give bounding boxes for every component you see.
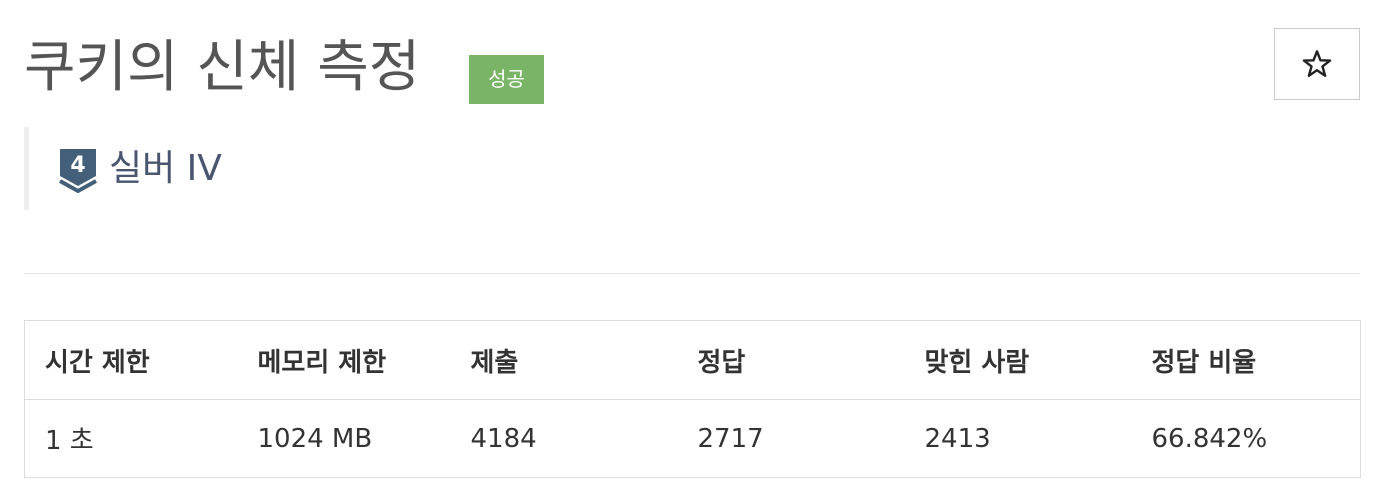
favorite-button[interactable] [1274, 28, 1360, 100]
star-outline-icon [1302, 50, 1332, 77]
header-submissions: 제출 [450, 320, 678, 400]
header-time-limit: 시간 제한 [24, 320, 238, 400]
memory-limit-value: 1024 MB [257, 423, 373, 454]
problem-info-table: 시간 제한 메모리 제한 제출 정답 맞힌 사람 정답 비율 1 초 1024 … [24, 320, 1361, 478]
accept-rate-value: 66.842% [1151, 423, 1268, 454]
tier-level-number: 4 [70, 153, 85, 178]
status-badge: 성공 [469, 55, 544, 104]
header-accepted: 정답 [677, 320, 905, 400]
header-memory-limit: 메모리 제한 [237, 320, 451, 400]
accepted-value: 2717 [697, 423, 764, 454]
solvers-value: 2413 [924, 423, 991, 454]
table-row: 1 초 1024 MB 4184 2717 2413 66.842% [25, 400, 1361, 478]
problem-title: 쿠키의 신체 측정 [24, 35, 421, 100]
time-limit-value: 1 초 [45, 426, 94, 456]
problem-tier: 4 실버 IV [24, 127, 222, 210]
header-accept-rate: 정답 비율 [1131, 320, 1361, 400]
submissions-value: 4184 [470, 423, 537, 454]
problem-header: 쿠키의 신체 측정 성공 [24, 28, 1360, 108]
table-header-row: 시간 제한 메모리 제한 제출 정답 맞힌 사람 정답 비율 [24, 320, 1361, 400]
silver-tier-badge-icon: 4 [59, 148, 97, 193]
header-solvers: 맞힌 사람 [904, 320, 1132, 400]
tier-label: 실버 IV [109, 147, 222, 189]
section-divider [24, 273, 1360, 274]
